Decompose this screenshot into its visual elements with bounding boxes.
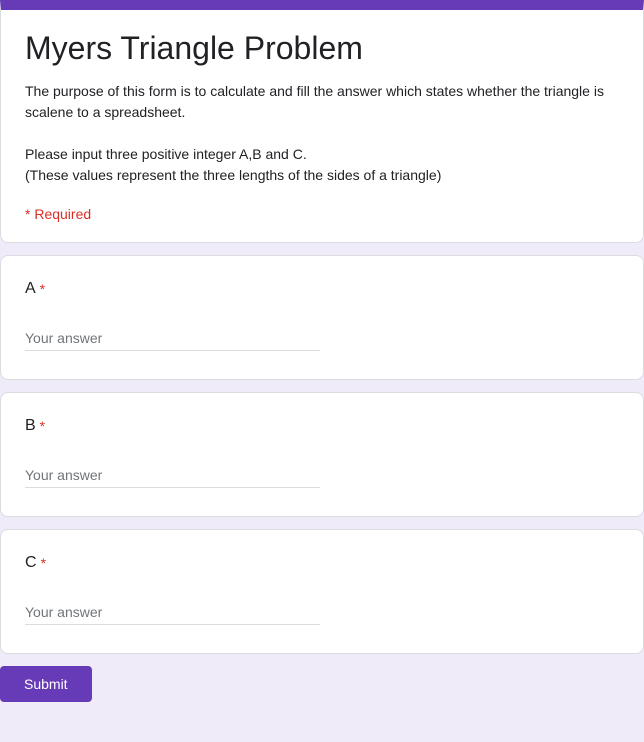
description-line-3: (These values represent the three length… <box>25 167 441 183</box>
required-note: * Required <box>25 206 619 222</box>
question-text-b: B <box>25 417 36 435</box>
question-card-a: A * <box>0 255 644 380</box>
submit-row: Submit <box>0 666 644 702</box>
question-label-b: B * <box>25 417 619 435</box>
form-title: Myers Triangle Problem <box>25 30 619 67</box>
answer-input-a[interactable] <box>25 326 320 351</box>
question-text-c: C <box>25 554 37 572</box>
description-line-2: Please input three positive integer A,B … <box>25 146 307 162</box>
description-line-1: The purpose of this form is to calculate… <box>25 83 604 120</box>
answer-input-b[interactable] <box>25 463 320 488</box>
question-label-a: A * <box>25 280 619 298</box>
required-asterisk: * <box>40 418 45 434</box>
form-container: Myers Triangle Problem The purpose of th… <box>0 0 644 702</box>
answer-input-c[interactable] <box>25 600 320 625</box>
question-text-a: A <box>25 280 36 298</box>
header-card: Myers Triangle Problem The purpose of th… <box>0 0 644 243</box>
required-asterisk: * <box>41 555 46 571</box>
question-card-c: C * <box>0 529 644 654</box>
question-label-c: C * <box>25 554 619 572</box>
required-asterisk: * <box>40 281 45 297</box>
question-card-b: B * <box>0 392 644 517</box>
form-description: The purpose of this form is to calculate… <box>25 81 619 186</box>
submit-button[interactable]: Submit <box>0 666 92 702</box>
